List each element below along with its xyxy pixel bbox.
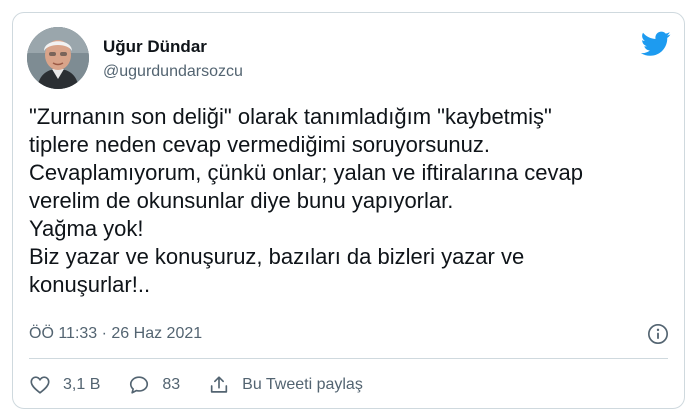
tweet-line: tiplere neden cevap vermediğimi soruyors… — [29, 132, 491, 157]
reply-icon — [130, 376, 149, 394]
info-icon[interactable] — [647, 323, 669, 345]
divider — [29, 358, 668, 359]
tweet-line: Cevaplamıyorum, çünkü onlar; yalan ve if… — [29, 160, 583, 185]
tweet-actions: 3,1 B 83 Bu Tweeti paylaş — [29, 372, 391, 398]
tweet-line: Biz yazar ve konuşuruz, bazıları da bizl… — [29, 244, 525, 269]
twitter-bird-icon[interactable] — [641, 31, 671, 57]
reply-count: 83 — [162, 376, 181, 393]
avatar-photo — [27, 27, 89, 89]
tweet-timestamp[interactable]: ÖÖ 11:33 · 26 Haz 2021 — [29, 325, 202, 343]
tweet-card[interactable]: Uğur Dündar @ugurdundarsozcu "Zurnanın s… — [12, 12, 685, 409]
tweet-line: Yağma yok! — [29, 216, 144, 241]
share-icon — [210, 376, 228, 393]
author-handle[interactable]: @ugurdundarsozcu — [103, 63, 243, 81]
tweet-line: verelim de okunsunlar diye bunu yapıyorl… — [29, 188, 454, 213]
like-count: 3,1 B — [63, 376, 101, 393]
author-name[interactable]: Uğur Dündar — [103, 37, 207, 57]
avatar[interactable] — [27, 27, 89, 89]
heart-icon — [30, 376, 50, 394]
like-button[interactable]: 3,1 B — [29, 374, 100, 396]
reply-button[interactable]: 83 — [128, 374, 180, 396]
tweet-text: "Zurnanın son deliği" olarak tanımladığı… — [29, 103, 669, 299]
share-button[interactable]: Bu Tweeti paylaş — [208, 374, 363, 396]
share-label: Bu Tweeti paylaş — [242, 376, 363, 393]
tweet-line: "Zurnanın son deliği" olarak tanımladığı… — [29, 104, 552, 129]
tweet-line: konuşurlar!.. — [29, 272, 151, 297]
